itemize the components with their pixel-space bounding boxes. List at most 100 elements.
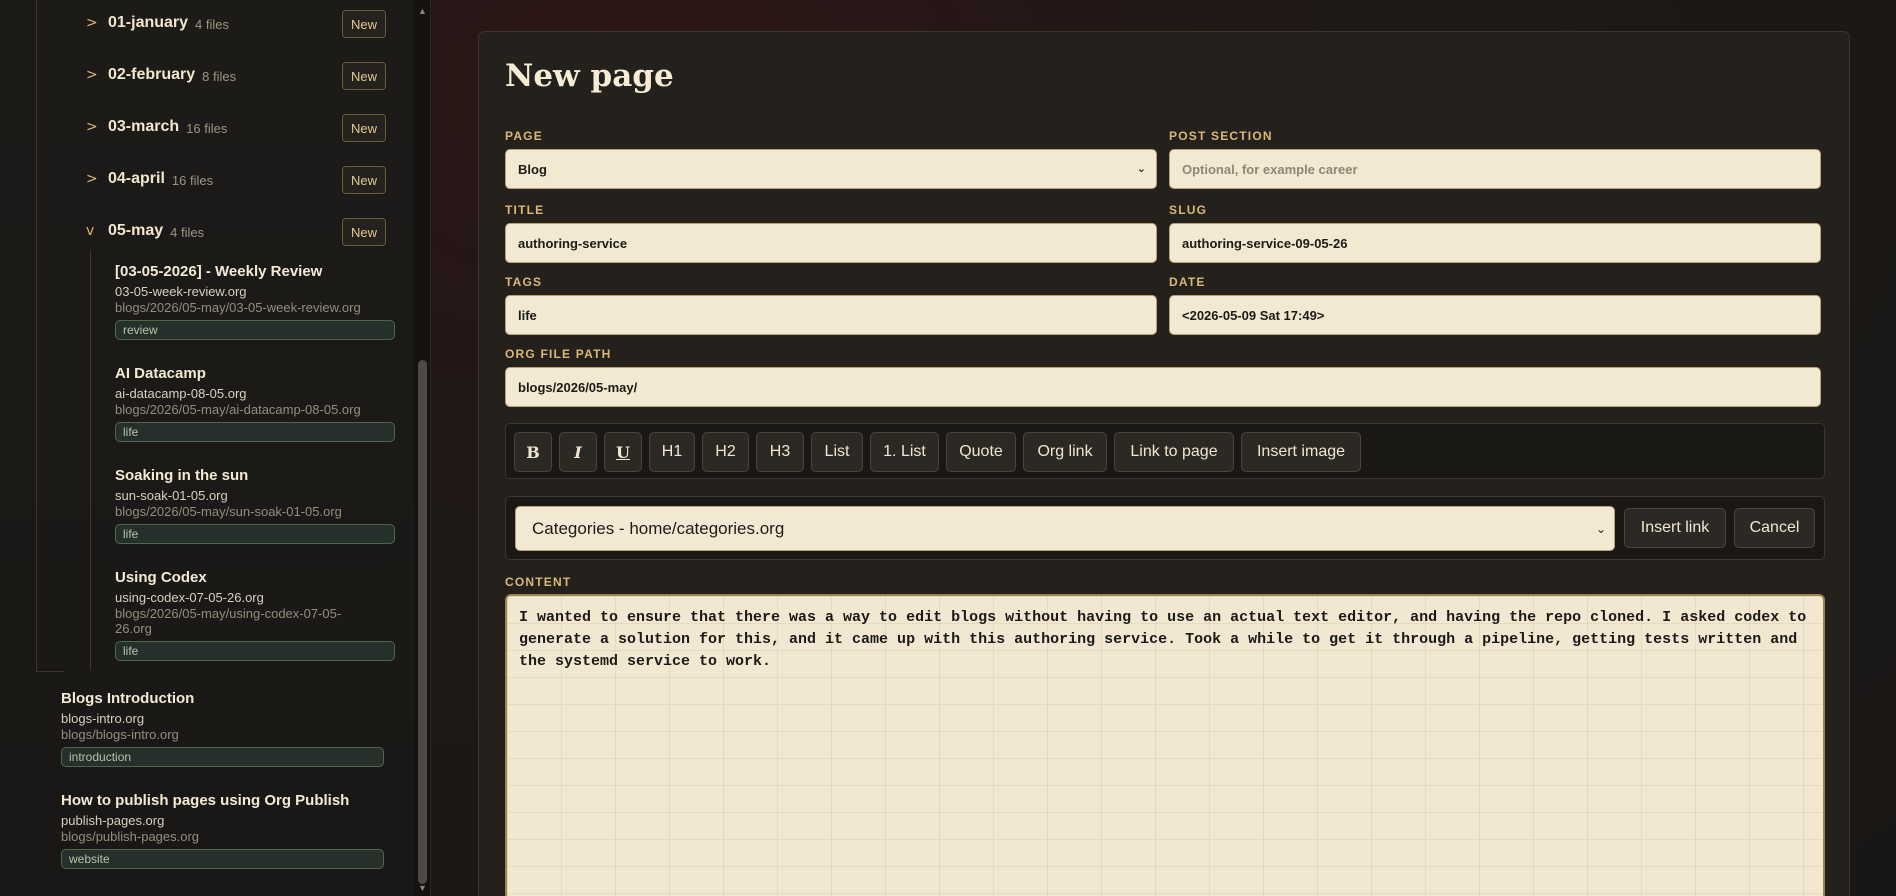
tag-badge: website [61, 849, 384, 869]
entry-path: blogs/2026/05-may/03-05-week-review.org [115, 300, 361, 315]
file-tree: > 01-january 4 files New > 02-february 8… [0, 0, 414, 896]
entry-title: Using Codex [115, 569, 207, 586]
entry-path: blogs/2026/05-may/ai-datacamp-08-05.org [115, 402, 361, 417]
list-item[interactable]: How to publish pages using Org Publish p… [61, 792, 384, 869]
folder-02-february[interactable]: > 02-february 8 files New [86, 60, 386, 90]
chevron-right-icon: > [86, 119, 98, 135]
underline-button[interactable]: U [604, 432, 642, 472]
new-file-button[interactable]: New [342, 166, 386, 194]
tags-label: TAGS [505, 275, 543, 289]
new-file-button[interactable]: New [342, 218, 386, 246]
list-item[interactable]: Using Codex using-codex-07-05-26.org blo… [115, 569, 395, 661]
org-file-path-input[interactable]: blogs/2026/05-may/ [505, 367, 1821, 407]
title-label: TITLE [505, 203, 545, 217]
formatting-toolbar: B I U H1 H2 H3 List 1. List Quote Org li… [505, 423, 1825, 479]
entry-file: publish-pages.org [61, 813, 165, 828]
content-editor[interactable]: I wanted to ensure that there was a way … [505, 594, 1825, 896]
scroll-up-icon[interactable]: ▲ [414, 2, 430, 19]
italic-button[interactable]: I [559, 432, 597, 472]
page-label: PAGE [505, 129, 543, 143]
folder-03-march[interactable]: > 03-march 16 files New [86, 112, 386, 142]
list-item[interactable]: AI Datacamp ai-datacamp-08-05.org blogs/… [115, 365, 395, 442]
tree-guide-line [36, 0, 37, 672]
folder-name: 01-january [108, 14, 189, 31]
list-button[interactable]: List [811, 432, 863, 472]
tag-badge: life [115, 524, 395, 544]
folder-name: 03-march [108, 118, 180, 135]
content-text: I wanted to ensure that there was a way … [519, 609, 1816, 670]
new-file-button[interactable]: New [342, 10, 386, 38]
file-count: 4 files [195, 16, 230, 32]
date-label: DATE [1169, 275, 1206, 289]
sidebar: > 01-january 4 files New > 02-february 8… [0, 0, 431, 896]
folder-01-january[interactable]: > 01-january 4 files New [86, 8, 386, 38]
entry-path: blogs/publish-pages.org [61, 829, 200, 844]
ordered-list-button[interactable]: 1. List [870, 432, 939, 472]
list-item[interactable]: Blogs Introduction blogs-intro.org blogs… [61, 690, 384, 767]
h1-button[interactable]: H1 [649, 432, 695, 472]
file-count: 8 files [202, 68, 237, 84]
entry-title: How to publish pages using Org Publish [61, 792, 350, 809]
new-page-form: New page PAGE Blog ⌄ POST SECTION Option… [478, 31, 1850, 896]
folder-name: 05-may [108, 222, 164, 239]
file-count: 16 files [171, 172, 214, 188]
entry-path: blogs/2026/05-may/sun-soak-01-05.org [115, 504, 342, 519]
tag-badge: life [115, 422, 395, 442]
title-input[interactable]: authoring-service [505, 223, 1157, 263]
link-to-page-button[interactable]: Link to page [1114, 432, 1234, 472]
h3-button[interactable]: H3 [756, 432, 804, 472]
entry-title: AI Datacamp [115, 365, 206, 382]
new-file-button[interactable]: New [342, 114, 386, 142]
new-file-button[interactable]: New [342, 62, 386, 90]
main-area: New page PAGE Blog ⌄ POST SECTION Option… [432, 0, 1896, 896]
entry-file: sun-soak-01-05.org [115, 488, 228, 503]
entry-file: blogs-intro.org [61, 711, 145, 726]
date-input[interactable]: <2026-05-09 Sat 17:49> [1169, 295, 1821, 335]
folder-04-april[interactable]: > 04-april 16 files New [86, 164, 386, 194]
page-select[interactable]: Blog ⌄ [505, 149, 1157, 189]
scroll-down-icon[interactable]: ▼ [414, 879, 430, 896]
folder-name: 02-february [108, 66, 196, 83]
entry-file: ai-datacamp-08-05.org [115, 386, 247, 401]
slug-input[interactable]: authoring-service-09-05-26 [1169, 223, 1821, 263]
scrollbar-thumb[interactable] [418, 360, 427, 884]
org-link-button[interactable]: Org link [1023, 432, 1107, 472]
entry-file: 03-05-week-review.org [115, 284, 247, 299]
entry-file: using-codex-07-05-26.org [115, 590, 264, 605]
h2-button[interactable]: H2 [702, 432, 749, 472]
page-title: New page [505, 58, 674, 94]
sidebar-scrollbar[interactable]: ▲ ▼ [414, 0, 430, 896]
tag-badge: life [115, 641, 395, 661]
post-section-input[interactable]: Optional, for example career [1169, 149, 1821, 189]
quote-button[interactable]: Quote [946, 432, 1016, 472]
chevron-right-icon: > [86, 15, 98, 31]
insert-image-button[interactable]: Insert image [1241, 432, 1361, 472]
insert-link-button[interactable]: Insert link [1624, 508, 1726, 548]
cancel-button[interactable]: Cancel [1734, 508, 1815, 548]
entry-title: [03-05-2026] - Weekly Review [115, 263, 323, 280]
org-file-path-label: ORG FILE PATH [505, 347, 612, 361]
list-item[interactable]: [03-05-2026] - Weekly Review 03-05-week-… [115, 263, 395, 340]
tag-badge: review [115, 320, 395, 340]
list-item[interactable]: Soaking in the sun sun-soak-01-05.org bl… [115, 467, 395, 544]
page-link-select[interactable]: Categories - home/categories.org ⌄ [515, 506, 1615, 551]
tree-guide-line [36, 671, 64, 672]
folder-05-may[interactable]: v 05-may 4 files New [86, 216, 386, 246]
tags-input[interactable]: life [505, 295, 1157, 335]
entry-title: Soaking in the sun [115, 467, 249, 484]
chevron-right-icon: > [86, 171, 98, 187]
page-select-value: Blog [518, 161, 547, 177]
tree-guide-line [90, 250, 91, 670]
post-section-label: POST SECTION [1169, 129, 1273, 143]
entry-path: blogs/2026/05-may/using-codex-07-05-26.o… [115, 606, 342, 636]
page-link-select-value: Categories - home/categories.org [532, 518, 785, 538]
folder-name: 04-april [108, 170, 165, 187]
content-label: CONTENT [505, 575, 572, 589]
bold-button[interactable]: B [514, 432, 552, 472]
entry-path: blogs/blogs-intro.org [61, 727, 179, 742]
link-picker: Categories - home/categories.org ⌄ Inser… [505, 496, 1825, 560]
chevron-down-icon: v [86, 223, 95, 239]
file-count: 4 files [170, 224, 205, 240]
slug-label: SLUG [1169, 203, 1208, 217]
file-count: 16 files [186, 120, 228, 136]
